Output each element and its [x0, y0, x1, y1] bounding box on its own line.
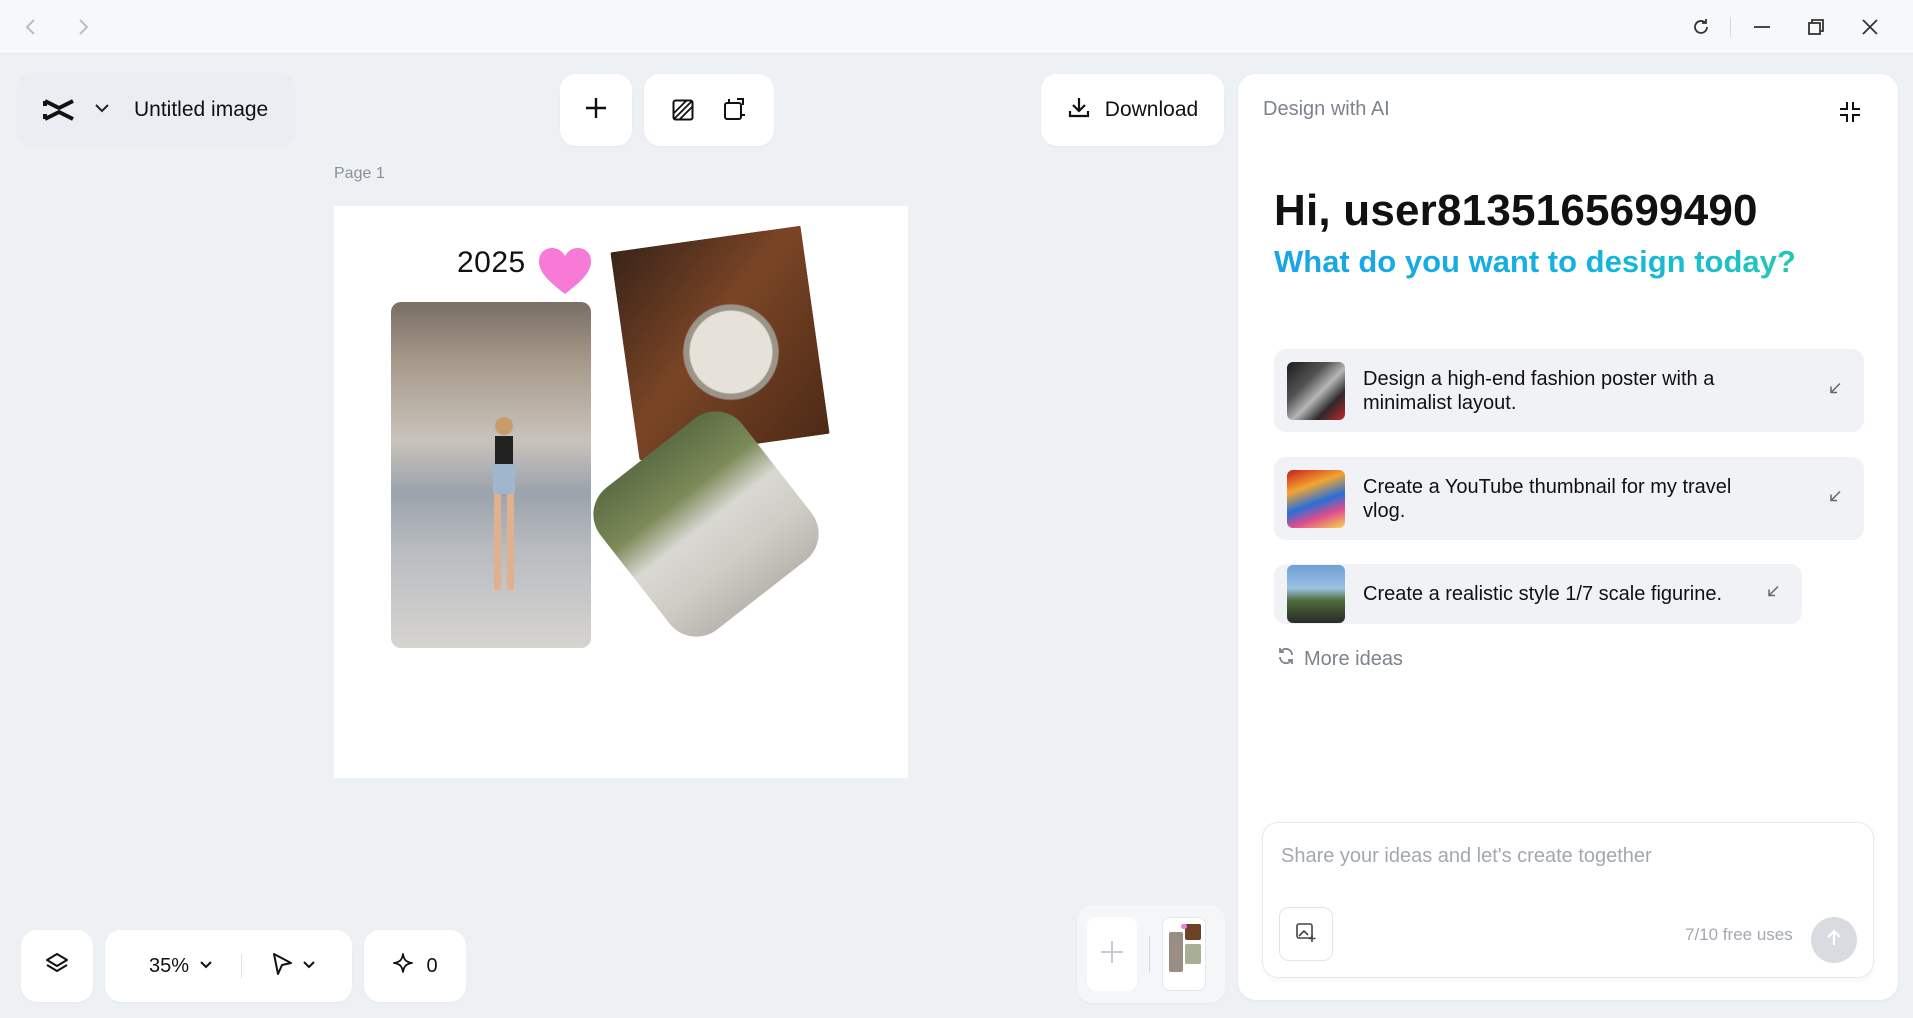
insert-arrow-icon	[1766, 585, 1780, 604]
page-thumbnail[interactable]	[1162, 917, 1206, 991]
design-canvas[interactable]: 2025	[334, 206, 908, 778]
editor-workspace: Untitled image Download Page 1 2025 35% …	[4, 55, 1238, 1018]
suggestion-text: Design a high-end fashion poster with a …	[1363, 367, 1715, 414]
prompt-input[interactable]	[1281, 841, 1841, 871]
file-title[interactable]: Untitled image	[134, 98, 268, 122]
refresh-icon	[1276, 646, 1296, 672]
send-button[interactable]	[1811, 917, 1857, 963]
insert-arrow-icon	[1828, 381, 1842, 400]
fashion-photo-ticket[interactable]	[391, 302, 591, 648]
pointer-chevron-down-icon[interactable]	[302, 957, 316, 975]
heart-sticker[interactable]	[537, 246, 593, 296]
prompt-composer: 7/10 free uses	[1262, 822, 1874, 978]
background-pattern-icon[interactable]	[671, 98, 695, 122]
ai-credits-count: 0	[426, 954, 438, 977]
greeting-heading: Hi, user8135165699490	[1274, 186, 1758, 235]
layers-button[interactable]	[21, 930, 93, 1002]
insert-arrow-icon	[1828, 489, 1842, 508]
model-figure	[493, 417, 515, 590]
close-icon[interactable]	[1855, 12, 1885, 42]
suggestion-fashion-poster[interactable]: Design a high-end fashion poster with a …	[1274, 349, 1864, 432]
pages-divider	[1149, 936, 1150, 972]
plus-icon	[584, 96, 608, 125]
year-text[interactable]: 2025	[457, 246, 526, 280]
page-label: Page 1	[334, 165, 385, 182]
minimize-icon[interactable]	[1747, 12, 1777, 42]
layers-icon	[44, 951, 70, 982]
plus-icon	[1099, 939, 1125, 970]
suggestion-youtube-thumbnail[interactable]: Create a YouTube thumbnail for my travel…	[1274, 457, 1864, 540]
panel-title: Design with AI	[1263, 98, 1390, 120]
titlebar-separator	[1730, 17, 1731, 37]
suggestion-text: Create a YouTube thumbnail for my travel…	[1363, 475, 1732, 522]
capcut-logo-icon[interactable]	[42, 95, 78, 125]
download-icon	[1067, 95, 1091, 125]
window-titlebar	[0, 0, 1913, 54]
back-icon[interactable]	[16, 12, 46, 42]
refresh-icon[interactable]	[1686, 12, 1716, 42]
collapse-icon[interactable]	[1834, 96, 1866, 128]
ai-credits-button[interactable]: 0	[364, 930, 466, 1002]
pages-panel	[1077, 905, 1225, 1003]
suggestion-thumbnail	[1287, 565, 1345, 623]
suggestion-text: Create a realistic style 1/7 scale figur…	[1363, 583, 1723, 605]
more-ideas-label: More ideas	[1304, 647, 1403, 670]
file-menu[interactable]: Untitled image	[16, 73, 296, 147]
canvas-tools-group	[644, 74, 774, 146]
zoom-control: 35%	[105, 930, 352, 1002]
toolbar-divider	[241, 954, 243, 978]
greeting-subtitle: What do you want to design today?	[1274, 244, 1796, 279]
arrow-up-icon	[1824, 928, 1844, 953]
download-label: Download	[1104, 98, 1199, 121]
chevron-down-icon[interactable]	[94, 101, 110, 119]
more-ideas-button[interactable]: More ideas	[1276, 646, 1403, 672]
suggestion-thumbnail	[1287, 469, 1345, 528]
zoom-chevron-down-icon[interactable]	[199, 957, 213, 975]
restore-icon[interactable]	[1801, 12, 1831, 42]
sparkle-icon	[392, 952, 414, 980]
design-with-ai-panel: Design with AI Hi, user8135165699490 Wha…	[1238, 74, 1898, 1000]
image-upload-button[interactable]	[1279, 907, 1333, 961]
suggestion-figurine[interactable]: Create a realistic style 1/7 scale figur…	[1274, 564, 1802, 624]
suggestion-thumbnail	[1287, 361, 1345, 420]
resize-icon[interactable]	[721, 97, 747, 123]
add-element-button[interactable]	[560, 74, 632, 146]
zoom-level[interactable]: 35%	[149, 955, 189, 978]
add-page-button[interactable]	[1087, 917, 1137, 991]
forward-icon[interactable]	[68, 12, 98, 42]
pointer-tool-icon[interactable]	[270, 951, 294, 982]
download-button[interactable]: Download	[1041, 74, 1224, 146]
free-uses-counter: 7/10 free uses	[1685, 925, 1793, 944]
image-add-icon	[1295, 921, 1317, 948]
